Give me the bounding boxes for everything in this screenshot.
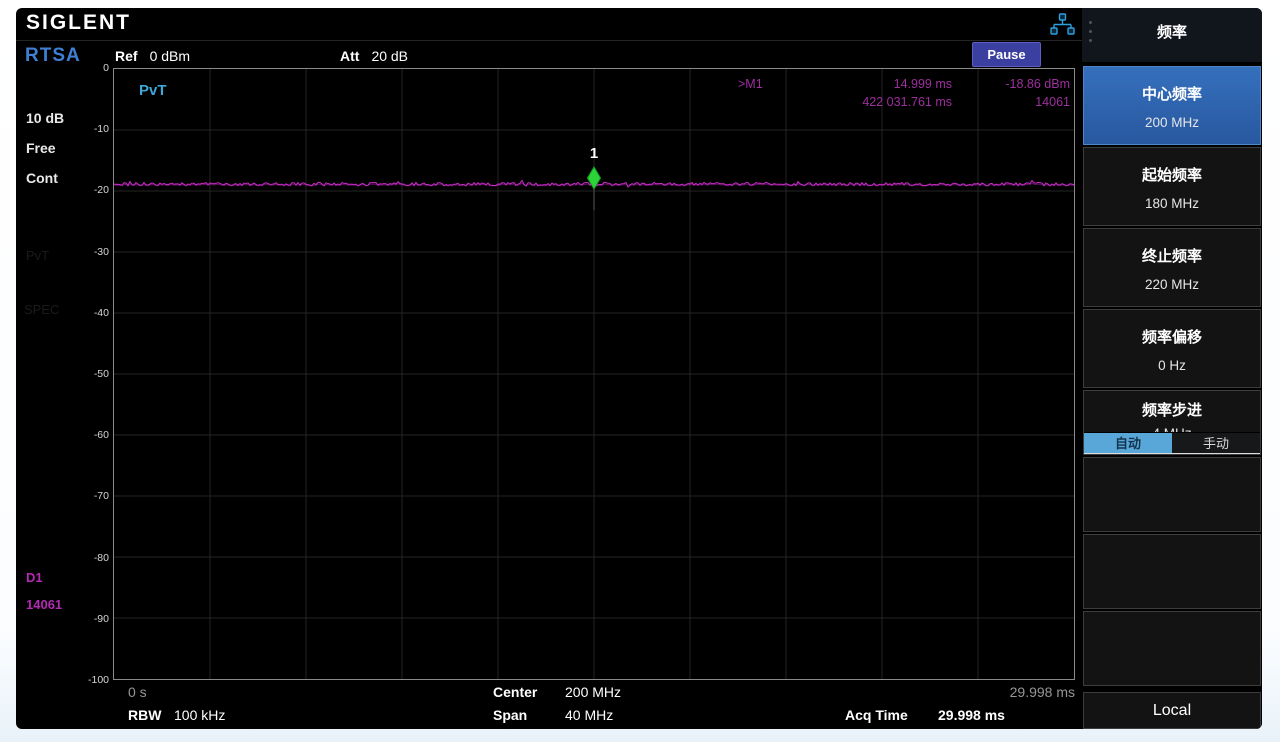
toggle-manual-option[interactable]: 手动 <box>1172 433 1260 453</box>
y-tick: -10 <box>68 121 109 137</box>
page-background: SIGLENT RTSA Ref0 dBm Att20 dB Pause 10 … <box>0 0 1280 742</box>
softkey-label: 终止频率 <box>1084 245 1260 266</box>
y-tick: -50 <box>68 366 109 382</box>
analyzer-screen: SIGLENT RTSA Ref0 dBm Att20 dB Pause 10 … <box>16 8 1262 729</box>
dim-window-label-spec: SPEC <box>24 302 59 317</box>
softkey-label: 频率偏移 <box>1084 326 1260 347</box>
y-tick: -60 <box>68 427 109 443</box>
rbw-label: RBW <box>128 707 161 723</box>
softkey-start-frequency[interactable]: 起始频率 180 MHz <box>1083 147 1261 226</box>
toggle-auto-option[interactable]: 自动 <box>1084 433 1172 453</box>
y-tick: -30 <box>68 244 109 260</box>
local-button[interactable]: Local <box>1083 692 1261 729</box>
softkey-label: 起始频率 <box>1084 164 1260 185</box>
softkey-sidebar: 频率 中心频率 200 MHz 起始频率 180 MHz 终止频率 220 MH… <box>1082 8 1262 729</box>
marker-number-label: 1 <box>590 145 598 162</box>
density-d1-label: D1 <box>26 570 43 585</box>
att-value: 20 dB <box>371 48 408 64</box>
y-tick: -70 <box>68 488 109 504</box>
trigger-mode-label: Free <box>26 140 56 156</box>
pause-button[interactable]: Pause <box>972 42 1041 67</box>
softkey-center-frequency[interactable]: 中心频率 200 MHz <box>1083 66 1261 145</box>
marker-time2: 422 031.761 ms <box>802 95 952 109</box>
menu-dots-icon <box>1089 21 1092 42</box>
softkey-frequency-step[interactable]: 频率步进 4 MHz 自动 手动 <box>1083 390 1261 455</box>
ref-level-readout: Ref 0 dBm <box>115 48 190 64</box>
plot-area: 1 PvT >M1 14.999 ms -18.86 dBm 422 031.7… <box>113 68 1075 680</box>
softkey-label: 中心频率 <box>1084 83 1260 104</box>
softkey-empty-1 <box>1083 457 1261 532</box>
topbar-divider <box>16 40 1082 41</box>
dim-window-label-pvt: PvT <box>26 248 49 263</box>
ref-label: Ref <box>115 48 138 64</box>
softkey-label: 频率步进 <box>1084 399 1260 420</box>
marker-readout: >M1 14.999 ms -18.86 dBm 422 031.761 ms … <box>738 77 1070 113</box>
trace-window-label: PvT <box>139 82 167 99</box>
y-tick: -20 <box>68 182 109 198</box>
ref-value: 0 dBm <box>150 48 190 64</box>
y-tick: -40 <box>68 305 109 321</box>
marker-value2: 14061 <box>952 95 1070 109</box>
rbw-value: 100 kHz <box>174 707 225 723</box>
density-d1-value: 14061 <box>26 597 62 612</box>
y-tick: -100 <box>68 672 109 688</box>
center-freq-value: 200 MHz <box>565 684 621 700</box>
marker-amplitude: -18.86 dBm <box>952 77 1070 91</box>
softkey-value: 200 MHz <box>1084 115 1260 130</box>
marker-name: >M1 <box>738 77 802 91</box>
softkey-empty-3 <box>1083 611 1261 686</box>
softkey-frequency-offset[interactable]: 频率偏移 0 Hz <box>1083 309 1261 388</box>
x-axis-end: 29.998 ms <box>916 684 1075 700</box>
att-label: Att <box>340 48 359 64</box>
softkey-stop-frequency[interactable]: 终止频率 220 MHz <box>1083 228 1261 307</box>
span-value: 40 MHz <box>565 707 613 723</box>
lan-network-icon[interactable] <box>1049 12 1076 39</box>
x-axis-start: 0 s <box>128 684 147 700</box>
attenuation-readout: Att 20 dB <box>340 48 408 64</box>
acq-time-label: Acq Time <box>845 707 908 723</box>
y-tick: -80 <box>68 550 109 566</box>
brand-logo: SIGLENT <box>26 11 131 35</box>
y-tick: 0 <box>68 60 109 76</box>
softkey-value: 220 MHz <box>1084 277 1260 292</box>
y-tick: -90 <box>68 611 109 627</box>
softkey-value: 0 Hz <box>1084 358 1260 373</box>
scale-per-div-label: 10 dB <box>26 110 64 126</box>
trace-canvas: 1 <box>114 69 1074 679</box>
span-label: Span <box>493 707 527 723</box>
softkey-empty-2 <box>1083 534 1261 609</box>
softkey-value: 180 MHz <box>1084 196 1260 211</box>
sweep-mode-label: Cont <box>26 170 58 186</box>
center-freq-label: Center <box>493 684 537 700</box>
menu-title: 频率 <box>1082 8 1262 62</box>
marker-time: 14.999 ms <box>802 77 952 91</box>
acq-time-value: 29.998 ms <box>938 707 1005 723</box>
auto-manual-toggle: 自动 手动 <box>1084 432 1260 454</box>
